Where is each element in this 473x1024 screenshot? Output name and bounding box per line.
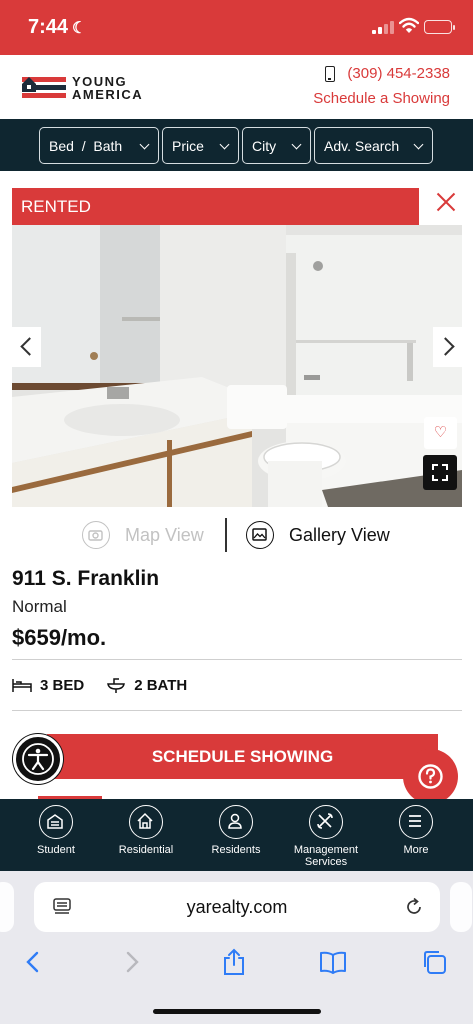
nav-item-student[interactable]: Student [11,805,101,856]
sink-icon [107,678,126,693]
fullscreen-button[interactable] [423,455,457,490]
previous-photo-button[interactable] [12,327,41,367]
beds-label: 3 BED [40,676,85,694]
previous-tab-preview[interactable] [0,882,14,932]
site-header: YOUNG AMERICA (309) 454-2338 Schedule a … [0,55,473,119]
filter-label: Adv. Search [324,137,400,154]
bottom-nav: Student Residential Residents Management… [0,799,473,871]
home-indicator [153,1009,321,1014]
accessibility-button[interactable] [13,734,63,784]
property-price: $659/mo. [12,625,107,650]
nav-item-residents[interactable]: Residents [191,805,281,856]
next-tab-preview[interactable] [450,882,472,932]
person-icon [219,805,253,839]
divider [12,659,462,660]
toggle-divider [225,518,227,552]
rented-badge: RENTED [12,188,419,225]
gallery-icon [246,521,274,549]
phone-icon [325,65,336,82]
filter-label: Bed / Bath [49,137,123,154]
nav-item-more[interactable]: More [371,805,461,856]
help-button[interactable] [403,749,458,804]
close-icon[interactable] [430,188,462,216]
url-text: yarealty.com [186,897,288,917]
advanced-search-filter[interactable]: Adv. Search [314,127,433,164]
gallery-view-tab[interactable]: Gallery View [246,521,390,549]
menu-icon [399,805,433,839]
chevron-down-icon [291,139,302,150]
nav-label: Student [37,844,75,856]
heart-icon: ♡ [433,424,448,441]
price-filter[interactable]: Price [162,127,239,164]
camera-icon [82,521,110,549]
chevron-down-icon [139,139,150,150]
nav-label: Residential [118,844,174,856]
forward-arrow-icon[interactable] [117,947,147,977]
expand-icon [432,464,448,481]
house-icon [129,805,163,839]
chevron-down-icon [219,139,230,150]
filter-label: City [252,137,277,154]
bed-bath-filter[interactable]: Bed / Bath [39,127,159,164]
back-arrow-icon[interactable] [18,947,48,977]
logo-wordmark: YOUNG AMERICA [72,75,143,101]
favorite-button[interactable]: ♡ [424,417,457,449]
property-photo[interactable] [12,225,462,507]
view-toggle: Map View Gallery View [0,514,473,558]
chevron-down-icon [413,139,424,150]
nav-label: Management Services [293,844,359,868]
young-america-logo[interactable]: YOUNG AMERICA [22,72,142,102]
city-filter[interactable]: City [242,127,311,164]
property-specs: 3 BED 2 BATH [12,674,187,696]
filter-label: Price [172,137,204,154]
share-icon[interactable] [219,947,249,977]
tools-icon [309,805,343,839]
nav-label: Residents [211,844,261,856]
phone-link[interactable]: (309) 454-2338 [325,65,450,82]
status-bar: 7:44 ☾ [0,0,473,55]
address-bar[interactable]: yarealty.com [34,882,440,932]
student-icon [39,805,73,839]
reload-icon[interactable] [404,897,424,917]
map-view-label: Map View [125,524,204,545]
property-address: 911 S. Franklin [12,567,160,590]
bathroom-photo-illustration [12,225,462,507]
question-icon [418,764,443,789]
filter-bar: Bed / Bath Price City Adv. Search [0,119,473,171]
status-time: 7:44 ☾ [28,16,86,39]
flag-logo-icon [22,77,66,98]
phone-number: (309) 454-2338 [347,65,450,82]
clock-text: 7:44 [28,16,69,38]
accessibility-icon [22,743,54,775]
schedule-showing-link[interactable]: Schedule a Showing [313,90,450,107]
gallery-view-label: Gallery View [289,524,390,545]
schedule-showing-button[interactable]: SCHEDULE SHOWING [47,734,438,779]
logo-line-2: AMERICA [72,87,144,102]
nav-item-residential[interactable]: Residential [101,805,191,856]
nav-label: More [403,844,429,856]
signal-icon [372,20,396,34]
battery-icon [424,20,455,34]
bed-icon [12,679,32,692]
wifi-icon [399,17,419,33]
bookmarks-icon[interactable] [318,947,348,977]
divider [12,710,462,711]
baths-label: 2 BATH [134,676,188,694]
browser-chrome: yarealty.com [0,871,473,1024]
property-city: Normal [12,597,67,616]
nav-item-management-services[interactable]: Management Services [281,805,371,868]
moon-icon: ☾ [72,20,87,37]
next-photo-button[interactable] [433,327,462,367]
map-view-tab[interactable]: Map View [82,521,204,549]
tabs-icon[interactable] [419,947,449,977]
